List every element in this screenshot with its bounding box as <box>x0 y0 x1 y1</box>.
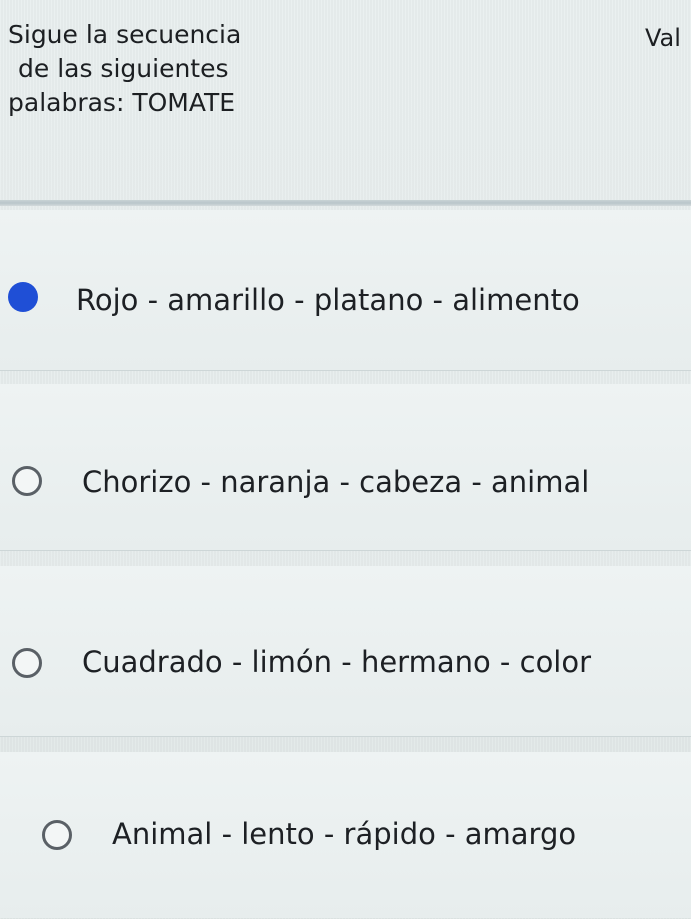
option-3-label: Cuadrado - limón - hermano - color <box>82 645 592 679</box>
option-1[interactable]: Rojo - amarillo - platano - alimento <box>0 210 691 371</box>
value-label: Val <box>645 24 681 52</box>
option-4-label: Animal - lento - rápido - amargo <box>112 817 577 851</box>
question-line-1: Sigue la secuencia <box>8 20 242 49</box>
option-1-label: Rojo - amarillo - platano - alimento <box>76 283 580 317</box>
option-2-label: Chorizo - naranja - cabeza - animal <box>82 465 590 499</box>
question-line-3: palabras: TOMATE <box>8 88 236 117</box>
question-text: Sigue la secuencia de las siguientes pal… <box>8 18 278 120</box>
radio-unselected-icon[interactable] <box>12 466 42 496</box>
quiz-screen: Sigue la secuencia de las siguientes pal… <box>0 0 691 919</box>
option-3[interactable]: Cuadrado - limón - hermano - color <box>0 566 691 737</box>
radio-selected-icon[interactable] <box>8 282 38 312</box>
option-4[interactable]: Animal - lento - rápido - amargo <box>0 752 691 918</box>
question-line-2: de las siguientes <box>18 54 229 83</box>
radio-unselected-icon[interactable] <box>12 648 42 678</box>
option-2[interactable]: Chorizo - naranja - cabeza - animal <box>0 384 691 551</box>
header-divider <box>0 200 691 206</box>
radio-unselected-icon[interactable] <box>42 820 72 850</box>
